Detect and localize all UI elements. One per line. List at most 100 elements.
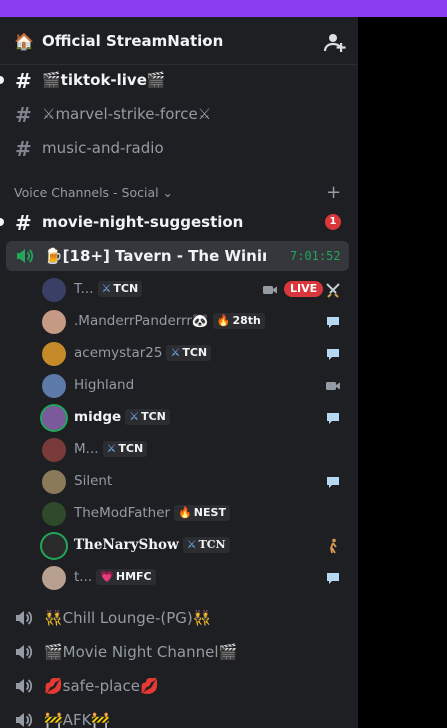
chat-bubble-icon (325, 346, 341, 362)
username-text: Silent (74, 473, 113, 489)
tag-text: 28th (232, 314, 261, 327)
username-text: .ManderrPanderrr🐼 (74, 313, 209, 329)
speaker-icon (16, 713, 33, 727)
tag-text: TCN (113, 282, 139, 295)
chevron-down-icon[interactable]: ⌄ (200, 33, 209, 46)
avatar (42, 502, 66, 526)
server-tag: 🔥 NEST (174, 505, 230, 521)
tag-icon: 🔥 (216, 314, 231, 327)
chat-bubble-icon (325, 410, 341, 426)
swords-icon (325, 282, 341, 298)
username-text: Highland (74, 377, 135, 393)
voice-channel-row[interactable]: 🚧AFK🚧 (0, 705, 358, 728)
server-tag: ⚔ TCN (166, 345, 212, 361)
avatar (42, 406, 66, 430)
hash-icon: # (15, 211, 32, 235)
top-accent-strip (0, 0, 447, 17)
voice-channel-row[interactable]: 🎬Movie Night Channel🎬 (0, 637, 358, 667)
username-text: acemystar25 (74, 345, 163, 361)
voice-channel-label: 🍺[18+] Tavern - The Wining W... (44, 247, 266, 265)
tag-icon: ⚔ (186, 538, 197, 551)
tag-icon: 🔥 (178, 506, 192, 519)
voice-user-row[interactable]: acemystar25 ⚔ TCN (0, 338, 358, 370)
tag-text: HMFC (115, 570, 152, 583)
tag-text: TCN (182, 346, 208, 359)
channel-marvel-strike-force[interactable]: # ⚔marvel-strike-force⚔ (0, 99, 358, 129)
avatar (42, 534, 66, 558)
chat-bubble-icon (325, 314, 341, 330)
chat-bubble-icon (325, 570, 341, 586)
mention-count-badge: 1 (325, 214, 341, 230)
live-badge[interactable]: LIVE (284, 281, 324, 297)
channel-movie-night-suggestion[interactable]: # movie-night-suggestion 1 (0, 207, 358, 237)
server-tag: ⚔ TCN (125, 409, 170, 425)
voice-user-name: TheModFather 🔥 NEST (74, 505, 230, 521)
category-voice-social[interactable]: Voice Channels - Social ⌄ (14, 185, 173, 200)
chat-bubble-icon (325, 474, 341, 490)
server-tag: ⚔ TCN (97, 281, 143, 297)
username-text: TheModFather (74, 505, 171, 521)
tag-icon: 💗 (100, 570, 114, 583)
voice-user-row[interactable]: M... ⚔ TCN (0, 434, 358, 466)
tag-icon: ⚔ (170, 346, 181, 359)
voice-user-row[interactable]: Silent (0, 466, 358, 498)
voice-user-name: T... ⚔ TCN (74, 281, 143, 297)
voice-channel-row[interactable]: 👯Chill Lounge-(PG)👯 (0, 603, 358, 633)
hash-icon: # (15, 137, 32, 161)
speaker-active-icon (17, 249, 34, 263)
speaker-icon (16, 611, 33, 625)
add-member-icon[interactable] (323, 30, 347, 54)
voice-channel-tavern[interactable]: 🍺[18+] Tavern - The Wining W... 7:01:52 (6, 241, 349, 271)
voice-user-row[interactable]: .ManderrPanderrr🐼 🔥 28th (0, 306, 358, 338)
camera-icon (325, 378, 341, 394)
voice-channel-row[interactable]: 💋safe-place💋 (0, 671, 358, 701)
tag-icon: ⚔ (101, 282, 112, 295)
channel-music-and-radio[interactable]: # music-and-radio (0, 133, 358, 163)
channel-label: music-and-radio (42, 139, 164, 157)
voice-user-row[interactable]: t... 💗 HMFC (0, 562, 358, 594)
channel-sidebar: 🏠 Official StreamNation ⌄ # 🎬tiktok-live… (0, 17, 358, 728)
server-tag: 🔥 28th (212, 313, 265, 329)
avatar (42, 374, 66, 398)
tag-text: TCN (198, 538, 226, 551)
house-icon: 🏠 (14, 32, 34, 51)
voice-channel-label: 💋safe-place💋 (44, 677, 159, 695)
walking-icon (325, 538, 341, 554)
server-header[interactable]: 🏠 Official StreamNation ⌄ (0, 17, 358, 65)
speaker-icon (16, 645, 33, 659)
voice-user-row[interactable]: midge ⚔ TCN (0, 402, 358, 434)
server-tag: 💗 HMFC (96, 569, 156, 585)
voice-channel-label: 👯Chill Lounge-(PG)👯 (44, 609, 212, 627)
avatar (42, 438, 66, 462)
username-text: T... (74, 281, 94, 297)
server-name[interactable]: Official StreamNation (42, 32, 223, 50)
avatar (42, 566, 66, 590)
channel-label: ⚔marvel-strike-force⚔ (42, 105, 212, 123)
avatar (42, 342, 66, 366)
hash-icon: # (15, 103, 32, 127)
tag-text: TCN (141, 410, 166, 423)
tag-icon: ⚔ (106, 442, 117, 455)
voice-user-name: Highland (74, 377, 134, 393)
username-text: M... (74, 441, 99, 457)
voice-timer: 7:01:52 (290, 249, 341, 263)
create-channel-plus-icon[interactable]: + (326, 182, 341, 203)
main-content-area (358, 17, 447, 728)
voice-user-row[interactable]: TheNaryShow ⚔ TCN (0, 530, 358, 562)
tag-text: NEST (193, 506, 226, 519)
avatar (42, 310, 66, 334)
camera-icon (262, 282, 278, 298)
voice-user-row[interactable]: T... ⚔ TCN LIVE (0, 274, 358, 306)
server-tag: ⚔ TCN (102, 441, 148, 457)
tag-icon: ⚔ (129, 410, 140, 423)
avatar (42, 278, 66, 302)
username-text: midge (74, 409, 122, 425)
voice-user-name: Silent (74, 473, 112, 489)
voice-user-name: .ManderrPanderrr🐼 🔥 28th (74, 313, 265, 329)
voice-channel-label: 🚧AFK🚧 (44, 711, 111, 728)
channel-tiktok-live[interactable]: # 🎬tiktok-live🎬 (0, 65, 358, 95)
voice-user-name: TheNaryShow ⚔ TCN (74, 537, 230, 553)
voice-user-row[interactable]: Highland (0, 370, 358, 402)
channel-label: movie-night-suggestion (42, 213, 244, 231)
voice-user-row[interactable]: TheModFather 🔥 NEST (0, 498, 358, 530)
